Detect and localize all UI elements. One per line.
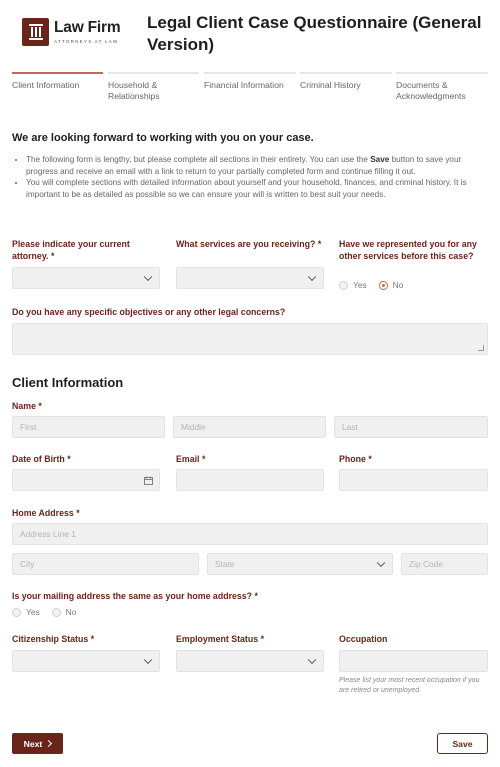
intro-bullets: The following form is lengthy, but pleas… — [26, 154, 488, 200]
page-title: Legal Client Case Questionnaire (General… — [147, 13, 482, 54]
employment-label: Employment Status * — [176, 634, 265, 644]
state-select[interactable]: State — [207, 553, 393, 575]
chevron-down-icon — [143, 655, 153, 665]
phone-label: Phone * — [339, 454, 372, 464]
citizenship-select[interactable] — [12, 650, 160, 672]
step-client-information[interactable]: Client Information — [12, 72, 103, 91]
step-label: Household & Relationships — [108, 80, 160, 101]
city-input[interactable]: City — [12, 553, 199, 575]
mailing-radio-group: Yes No — [12, 607, 88, 617]
step-financial-information[interactable]: Financial Information — [204, 72, 296, 91]
objectives-textarea[interactable] — [12, 323, 488, 355]
logo[interactable]: Law Firm ATTORNEYS AT LAW — [22, 18, 121, 46]
dob-input[interactable] — [12, 469, 160, 491]
calendar-icon[interactable] — [144, 476, 153, 487]
dob-label: Date of Birth * — [12, 454, 71, 464]
chevron-down-icon — [307, 655, 317, 665]
attorney-label: Please indicate your current attorney. * — [12, 239, 130, 261]
address-line1-input[interactable]: Address Line 1 — [12, 523, 488, 545]
intro-bullet: You will complete sections with detailed… — [26, 177, 488, 200]
services-label: What services are you receiving? * — [176, 239, 322, 249]
occupation-label: Occupation — [339, 634, 388, 644]
mailing-label: Is your mailing address the same as your… — [12, 591, 258, 601]
name-label: Name * — [12, 401, 42, 411]
save-button[interactable]: Save — [437, 733, 488, 754]
resize-handle[interactable] — [478, 345, 484, 351]
logo-tagline: ATTORNEYS AT LAW — [54, 39, 119, 44]
step-label: Client Information — [12, 80, 80, 90]
email-label: Email * — [176, 454, 206, 464]
attorney-select[interactable] — [12, 267, 160, 289]
employment-select[interactable] — [176, 650, 324, 672]
objectives-label: Do you have any specific objectives or a… — [12, 307, 286, 317]
header: Law Firm ATTORNEYS AT LAW Legal Client C… — [0, 0, 500, 66]
chevron-down-icon — [376, 558, 386, 568]
logo-name: Law Firm — [54, 19, 121, 36]
step-label: Criminal History — [300, 80, 361, 90]
pillar-icon — [22, 18, 49, 46]
mailing-yes-radio[interactable]: Yes — [12, 607, 40, 617]
progress-steps: Client Information Household & Relations… — [12, 72, 488, 108]
phone-field[interactable] — [339, 469, 488, 491]
represented-label: Have we represented you for any other se… — [339, 239, 477, 261]
citizenship-label: Citizenship Status * — [12, 634, 95, 644]
services-select[interactable] — [176, 267, 324, 289]
zip-code-input[interactable]: Zip Code — [401, 553, 488, 575]
last-name-input[interactable]: Last — [334, 416, 488, 438]
chevron-down-icon — [307, 272, 317, 282]
represented-yes-radio[interactable]: Yes — [339, 280, 367, 290]
step-household-relationships[interactable]: Household & Relationships — [108, 72, 199, 102]
next-button[interactable]: Next — [12, 733, 63, 754]
represented-radio-group: Yes No — [339, 280, 415, 290]
middle-name-input[interactable]: Middle — [173, 416, 326, 438]
intro-title: We are looking forward to working with y… — [12, 132, 314, 144]
step-label: Financial Information — [204, 80, 284, 90]
occupation-help-text: Please list your most recent occupation … — [339, 677, 480, 694]
mailing-no-radio[interactable]: No — [51, 607, 76, 617]
save-keyword: Save — [370, 155, 390, 164]
intro-bullet: The following form is lengthy, but pleas… — [26, 154, 488, 177]
occupation-field[interactable] — [339, 650, 488, 672]
section-heading: Client Information — [12, 375, 124, 390]
email-field[interactable] — [176, 469, 324, 491]
chevron-down-icon — [143, 272, 153, 282]
represented-no-radio[interactable]: No — [378, 280, 403, 290]
address-label: Home Address * — [12, 508, 80, 518]
step-criminal-history[interactable]: Criminal History — [300, 72, 392, 91]
step-documents-acknowledgments[interactable]: Documents & Acknowledgments — [396, 72, 488, 102]
chevron-right-icon — [45, 739, 53, 748]
first-name-input[interactable]: First — [12, 416, 165, 438]
step-label: Documents & Acknowledgments — [396, 80, 466, 101]
